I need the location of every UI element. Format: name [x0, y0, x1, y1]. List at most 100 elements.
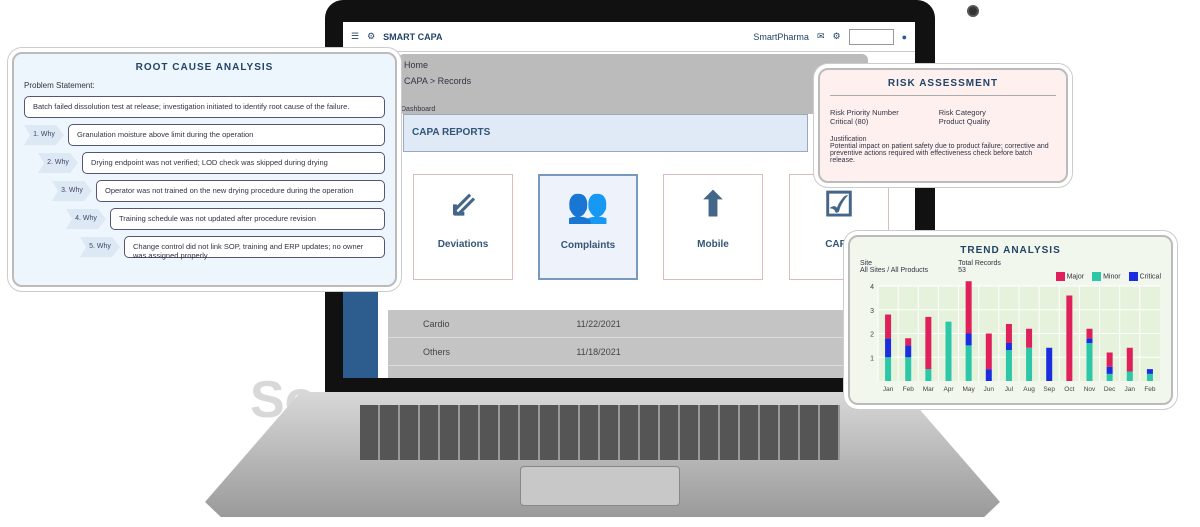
- why-step: 5. Why Change control did not link SOP, t…: [80, 236, 385, 260]
- bar-major: [885, 314, 892, 339]
- bar-major: [925, 316, 932, 370]
- bar-minor: [965, 345, 972, 381]
- cell: Others: [423, 346, 451, 357]
- bar-critical: [965, 333, 972, 346]
- settings-icon[interactable]: ⚙: [832, 31, 840, 42]
- bar-major: [1086, 328, 1093, 339]
- bar-critical: [985, 369, 992, 381]
- tile-label: Deviations: [437, 239, 489, 250]
- problem-label: Problem Statement:: [24, 81, 95, 90]
- bar-chart: 1 2 3 4 Jan Feb Mar Apr May Jun Jul Aug Sep Oct Nov Dec…: [870, 281, 1160, 393]
- bar-critical: [1005, 343, 1012, 351]
- power-icon[interactable]: ●: [902, 32, 907, 42]
- mail-icon[interactable]: ✉: [817, 31, 825, 42]
- tile-complaints[interactable]: 👥 Complaints: [538, 174, 638, 280]
- bar-critical: [1086, 338, 1093, 343]
- problem-statement: Batch failed dissolution test at release…: [24, 96, 385, 118]
- x-tick-label: Jul: [1005, 386, 1014, 393]
- section-header: CAPA REPORTS: [403, 114, 808, 152]
- why-answer: Training schedule was not updated after …: [110, 208, 385, 230]
- field-value: Product Quality: [938, 117, 991, 126]
- bar-minor: [905, 357, 912, 381]
- bar-minor: [1086, 343, 1093, 381]
- checkbox-icon: ☑: [823, 186, 855, 224]
- x-tick-label: Nov: [1084, 386, 1096, 393]
- cell: Cardio: [423, 318, 450, 329]
- why-tag: 4. Why: [66, 209, 106, 229]
- table-row[interactable]: Cardio11/22/2021Order: [388, 310, 915, 338]
- x-tick-label: Jan: [1125, 386, 1136, 393]
- x-tick-label: Sep: [1043, 386, 1055, 393]
- bar-minor: [925, 369, 932, 381]
- risk-panel: RISK ASSESSMENT Risk Priority Number Crit…: [818, 68, 1068, 183]
- x-tick-label: Feb: [903, 386, 915, 393]
- panel-title: ROOT CAUSE ANALYSIS: [135, 62, 274, 73]
- bar-minor: [1126, 371, 1133, 381]
- why-step: 3. Why Operator was not trained on the ne…: [52, 180, 385, 202]
- why-tag: 3. Why: [52, 181, 92, 201]
- field-value: Potential impact on patient safety due t…: [830, 143, 1049, 164]
- tile-mobile[interactable]: ⬆ Mobile: [663, 174, 763, 280]
- meta-label: Site: [860, 260, 873, 267]
- section-label: Dashboard: [401, 106, 436, 113]
- bar-critical: [1106, 366, 1113, 374]
- cell: 11/18/2021: [576, 346, 621, 357]
- legend-item: Minor: [1092, 272, 1121, 281]
- bar-major: [985, 333, 992, 370]
- bar-minor: [1106, 373, 1113, 381]
- why-step: 4. Why Training schedule was not updated …: [66, 208, 385, 230]
- legend-swatch: [1092, 272, 1102, 281]
- why-tag: 1. Why: [24, 125, 64, 145]
- sidebar: [343, 282, 378, 378]
- y-tick-label: 1: [870, 355, 874, 362]
- bar-major: [965, 281, 972, 334]
- records-table: Cardio11/22/2021Order Others11/18/2021Op…: [388, 310, 915, 378]
- bar-minor: [1026, 347, 1033, 381]
- why-answer: Drying endpoint was not verified; LOD ch…: [82, 152, 385, 174]
- bar-major: [1126, 347, 1133, 372]
- field-label: Risk Category: [938, 108, 986, 117]
- search-box[interactable]: [848, 28, 894, 45]
- trend-chart-panel: TREND ANALYSIS Site All Sites / All Produ…: [848, 235, 1173, 405]
- x-tick-label: Dec: [1104, 386, 1116, 393]
- bar-major: [1026, 328, 1033, 348]
- tile-deviations[interactable]: ⇙ Deviations: [413, 174, 513, 280]
- camera-icon: [967, 5, 979, 17]
- breadcrumb-title: Home: [404, 60, 429, 70]
- touchpad: [520, 466, 680, 506]
- tile-label: Complaints: [560, 240, 616, 251]
- legend-swatch: [1128, 272, 1138, 281]
- legend-item: Critical: [1128, 272, 1161, 281]
- bar-minor: [1005, 350, 1012, 381]
- breadcrumb-panel: Home CAPA > Records: [398, 54, 868, 114]
- x-tick-label: Jun: [984, 386, 995, 393]
- bar-critical: [1046, 347, 1053, 381]
- meta-label: Total Records: [958, 260, 1001, 267]
- bar-major: [1106, 352, 1113, 367]
- legend-label: Major: [1066, 273, 1085, 281]
- cell: 11/22/2021: [576, 318, 621, 329]
- legend-swatch: [1055, 272, 1065, 281]
- meta-value: All Sites / All Products: [860, 267, 929, 274]
- panel-title: RISK ASSESSMENT: [887, 78, 999, 89]
- field-label: Justification: [830, 136, 867, 143]
- upload-circle-icon: ⬆: [698, 186, 728, 224]
- x-tick-label: Oct: [1064, 386, 1074, 393]
- bar-minor: [945, 321, 952, 381]
- y-tick-label: 4: [870, 284, 874, 291]
- field-value: Critical (80): [830, 117, 869, 126]
- why-step: 2. Why Drying endpoint was not verified; …: [38, 152, 385, 174]
- x-tick-label: Jan: [883, 386, 894, 393]
- user-name: SmartPharma: [753, 31, 809, 42]
- meta-value: 53: [958, 267, 966, 274]
- import-arrow-icon: ⇙: [448, 186, 478, 224]
- bar-minor: [1146, 373, 1153, 381]
- why-answer: Change control did not link SOP, trainin…: [124, 236, 385, 260]
- root-cause-panel: ROOT CAUSE ANALYSIS Problem Statement: B…: [12, 52, 397, 287]
- tile-label: Mobile: [697, 239, 729, 250]
- bar-major: [1005, 324, 1012, 343]
- menu-icon[interactable]: ☰: [351, 31, 359, 42]
- table-row[interactable]: Others11/18/2021Open: [388, 338, 915, 366]
- bar-critical: [885, 338, 892, 358]
- breadcrumb[interactable]: CAPA > Records: [404, 76, 862, 86]
